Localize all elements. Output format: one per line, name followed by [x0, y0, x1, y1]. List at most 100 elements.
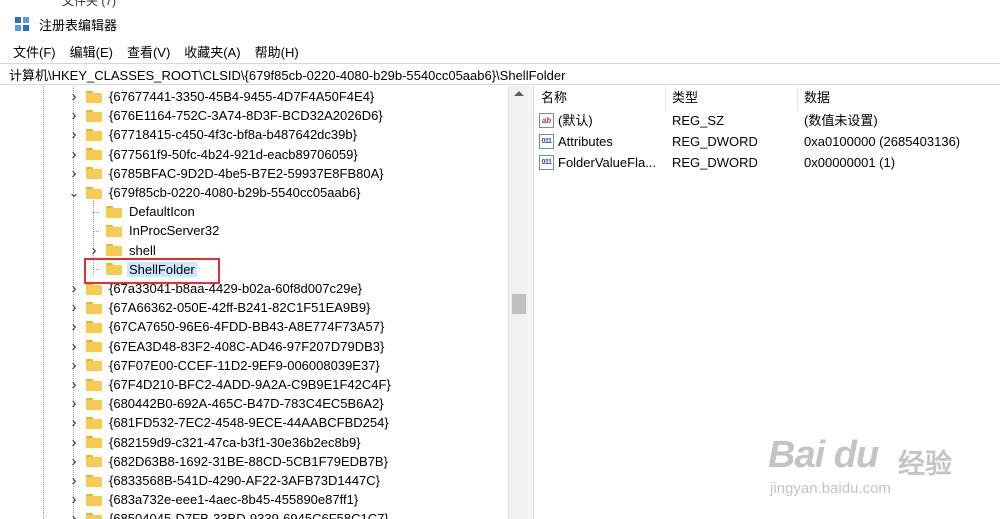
tree-item-label: {677561f9-50fc-4b24-921d-eacb89706059}: [109, 146, 358, 162]
value-row[interactable]: 011 FolderValueFla... REG_DWORD 0x000000…: [535, 152, 1000, 173]
tree-item-label: {67A66362-050E-42ff-B241-82C1F51EA9B9}: [109, 300, 371, 316]
folder-icon: [86, 512, 102, 519]
tree-item-label: {68504045-D7FB-33BD-9339-6945C6F58C1C7}: [109, 511, 389, 519]
tree-item[interactable]: › {67EA3D48-83F2-408C-AD46-97F207D79DB3}: [68, 337, 386, 356]
tree-item[interactable]: › {680442B0-692A-465C-B47D-783C4EC5B6A2}: [68, 394, 386, 413]
value-data: 0x00000001 (1): [804, 155, 896, 170]
chevron-right-icon[interactable]: ›: [68, 395, 80, 412]
folder-icon: [106, 224, 122, 237]
menu-file[interactable]: 文件(F): [13, 42, 56, 61]
tree-item[interactable]: › {67A66362-050E-42ff-B241-82C1F51EA9B9}: [68, 298, 372, 317]
chevron-right-icon[interactable]: ›: [68, 414, 80, 431]
folder-icon: [86, 397, 102, 410]
tree-item[interactable]: › {682D63B8-1692-31BE-88CD-5CB1F79EDB7B}: [68, 452, 390, 471]
chevron-right-icon[interactable]: ›: [68, 491, 80, 508]
value-name: FolderValueFla...: [558, 155, 657, 170]
folder-icon: [106, 244, 122, 257]
tree-item[interactable]: › {68504045-D7FB-33BD-9339-6945C6F58C1C7}: [68, 509, 391, 519]
folder-icon: [86, 416, 102, 429]
tree-item[interactable]: › {6833568B-541D-4290-AF22-3AFB73D1447C}: [68, 471, 382, 490]
tree-item-label: {682159d9-c321-47ca-b3f1-30e36b2ec8b9}: [109, 434, 361, 450]
watermark-url: jingyan.baidu.com: [770, 480, 891, 497]
menu-help[interactable]: 帮助(H): [255, 42, 299, 61]
chevron-right-icon[interactable]: ›: [68, 146, 80, 163]
menu-favorites[interactable]: 收藏夹(A): [184, 42, 240, 61]
tree-item[interactable]: › {683a732e-eee1-4aec-8b45-455890e87ff1}: [68, 490, 360, 509]
chevron-right-icon[interactable]: ›: [68, 472, 80, 489]
chevron-right-icon[interactable]: ›: [68, 376, 80, 393]
tree-item-label: {67EA3D48-83F2-408C-AD46-97F207D79DB3}: [109, 338, 385, 354]
value-data: (数值未设置): [804, 113, 878, 128]
tree-item[interactable]: DefaultIcon: [88, 202, 197, 221]
regedit-app-icon: [15, 16, 30, 32]
chevron-right-icon[interactable]: ›: [68, 318, 80, 335]
folder-icon: [86, 340, 102, 353]
tree-item[interactable]: › {681FD532-7EC2-4548-9ECE-44AABCFBD254}: [68, 413, 391, 432]
folder-icon: [86, 128, 102, 141]
tree-item-label: {682D63B8-1692-31BE-88CD-5CB1F79EDB7B}: [109, 453, 388, 469]
tree-item-label: shell: [129, 242, 156, 258]
scroll-up-arrow-icon[interactable]: [514, 91, 524, 96]
tree-item-label: {6833568B-541D-4290-AF22-3AFB73D1447C}: [109, 473, 381, 488]
folder-icon: [86, 378, 102, 391]
tree-item[interactable]: › shell: [88, 241, 158, 260]
tree-item[interactable]: InProcServer32: [88, 221, 221, 240]
folder-icon: [86, 474, 102, 487]
chevron-right-icon[interactable]: ›: [68, 357, 80, 374]
pane-splitter[interactable]: [528, 86, 534, 519]
chevron-right-icon[interactable]: ›: [68, 280, 80, 297]
tree-item-label: {67CA7650-96E6-4FDD-BB43-A8E774F73A57}: [109, 319, 385, 335]
dword-value-icon: 011: [539, 134, 554, 149]
tree-item[interactable]: › {677561f9-50fc-4b24-921d-eacb89706059}: [68, 145, 360, 164]
tree-item-label: DefaultIcon: [129, 204, 195, 220]
tree-item-label: {683a732e-eee1-4aec-8b45-455890e87ff1}: [109, 492, 359, 508]
folder-icon: [86, 436, 102, 449]
tree-item[interactable]: ⌄ {679f85cb-0220-4080-b29b-5540cc05aab6}: [68, 183, 363, 202]
tree-guide-line: [43, 86, 44, 519]
values-header: 名称 类型 数据: [535, 86, 1000, 110]
value-data: 0xa0100000 (2685403136): [804, 134, 961, 149]
chevron-right-icon[interactable]: ›: [68, 126, 80, 143]
tree-item[interactable]: › {6785BFAC-9D2D-4be5-B7E2-59937E8FB80A}: [68, 164, 386, 183]
tree-item-label: {67677441-3350-45B4-9455-4D7F4A50F4E4}: [109, 89, 375, 104]
title-bar: 注册表编辑器: [0, 8, 1000, 40]
value-row[interactable]: ab (默认) REG_SZ (数值未设置): [535, 110, 1000, 131]
chevron-right-icon[interactable]: ›: [68, 88, 80, 105]
folder-icon: [86, 167, 102, 180]
folder-icon: [86, 148, 102, 161]
tree-item[interactable]: › {67CA7650-96E6-4FDD-BB43-A8E774F73A57}: [68, 317, 386, 336]
tree-item-label: {6785BFAC-9D2D-4be5-B7E2-59937E8FB80A}: [109, 165, 384, 181]
chevron-right-icon[interactable]: ›: [68, 299, 80, 316]
tree-item[interactable]: › {67F4D210-BFC2-4ADD-9A2A-C9B9E1F42C4F}: [68, 375, 393, 394]
address-bar[interactable]: 计算机\HKEY_CLASSES_ROOT\CLSID\{679f85cb-02…: [0, 63, 1000, 85]
tree-item-label: {680442B0-692A-465C-B47D-783C4EC5B6A2}: [109, 396, 384, 412]
column-header-name[interactable]: 名称: [535, 86, 666, 110]
tree-scrollbar[interactable]: [508, 86, 528, 519]
chevron-right-icon[interactable]: ›: [68, 165, 80, 182]
folder-icon: [86, 109, 102, 122]
tree-item[interactable]: › {67F07E00-CCEF-11D2-9EF9-006008039E37}: [68, 356, 382, 375]
menu-edit[interactable]: 编辑(E): [70, 42, 113, 61]
tree-item[interactable]: › {676E1164-752C-3A74-8D3F-BCD32A2026D6}: [68, 106, 385, 125]
tree-item[interactable]: › {67677441-3350-45B4-9455-4D7F4A50F4E4}: [68, 87, 376, 106]
scrollbar-thumb[interactable]: [512, 294, 526, 314]
chevron-right-icon[interactable]: ›: [68, 510, 80, 519]
column-header-type[interactable]: 类型: [666, 86, 798, 110]
chevron-right-icon[interactable]: ›: [68, 434, 80, 451]
key-tree[interactable]: › {67677441-3350-45B4-9455-4D7F4A50F4E4} ›…: [10, 86, 507, 519]
column-header-data[interactable]: 数据: [798, 86, 1000, 110]
folder-icon: [86, 90, 102, 103]
chevron-down-icon[interactable]: ⌄: [68, 185, 80, 201]
chevron-right-icon[interactable]: ›: [88, 242, 100, 259]
value-name: (默认): [558, 113, 593, 128]
dword-value-icon: 011: [539, 155, 554, 170]
value-row[interactable]: 011 Attributes REG_DWORD 0xa0100000 (268…: [535, 131, 1000, 152]
tree-item[interactable]: › {67718415-c450-4f3c-bf8a-b487642dc39b}: [68, 125, 359, 144]
watermark-logo-text: Bai du: [768, 434, 879, 476]
chevron-right-icon[interactable]: ›: [68, 107, 80, 124]
tree-item[interactable]: › {682159d9-c321-47ca-b3f1-30e36b2ec8b9}: [68, 433, 363, 452]
chevron-right-icon[interactable]: ›: [68, 453, 80, 470]
menu-view[interactable]: 查看(V): [127, 42, 170, 61]
tree-item-label: {67F07E00-CCEF-11D2-9EF9-006008039E37}: [109, 357, 380, 373]
chevron-right-icon[interactable]: ›: [68, 338, 80, 355]
